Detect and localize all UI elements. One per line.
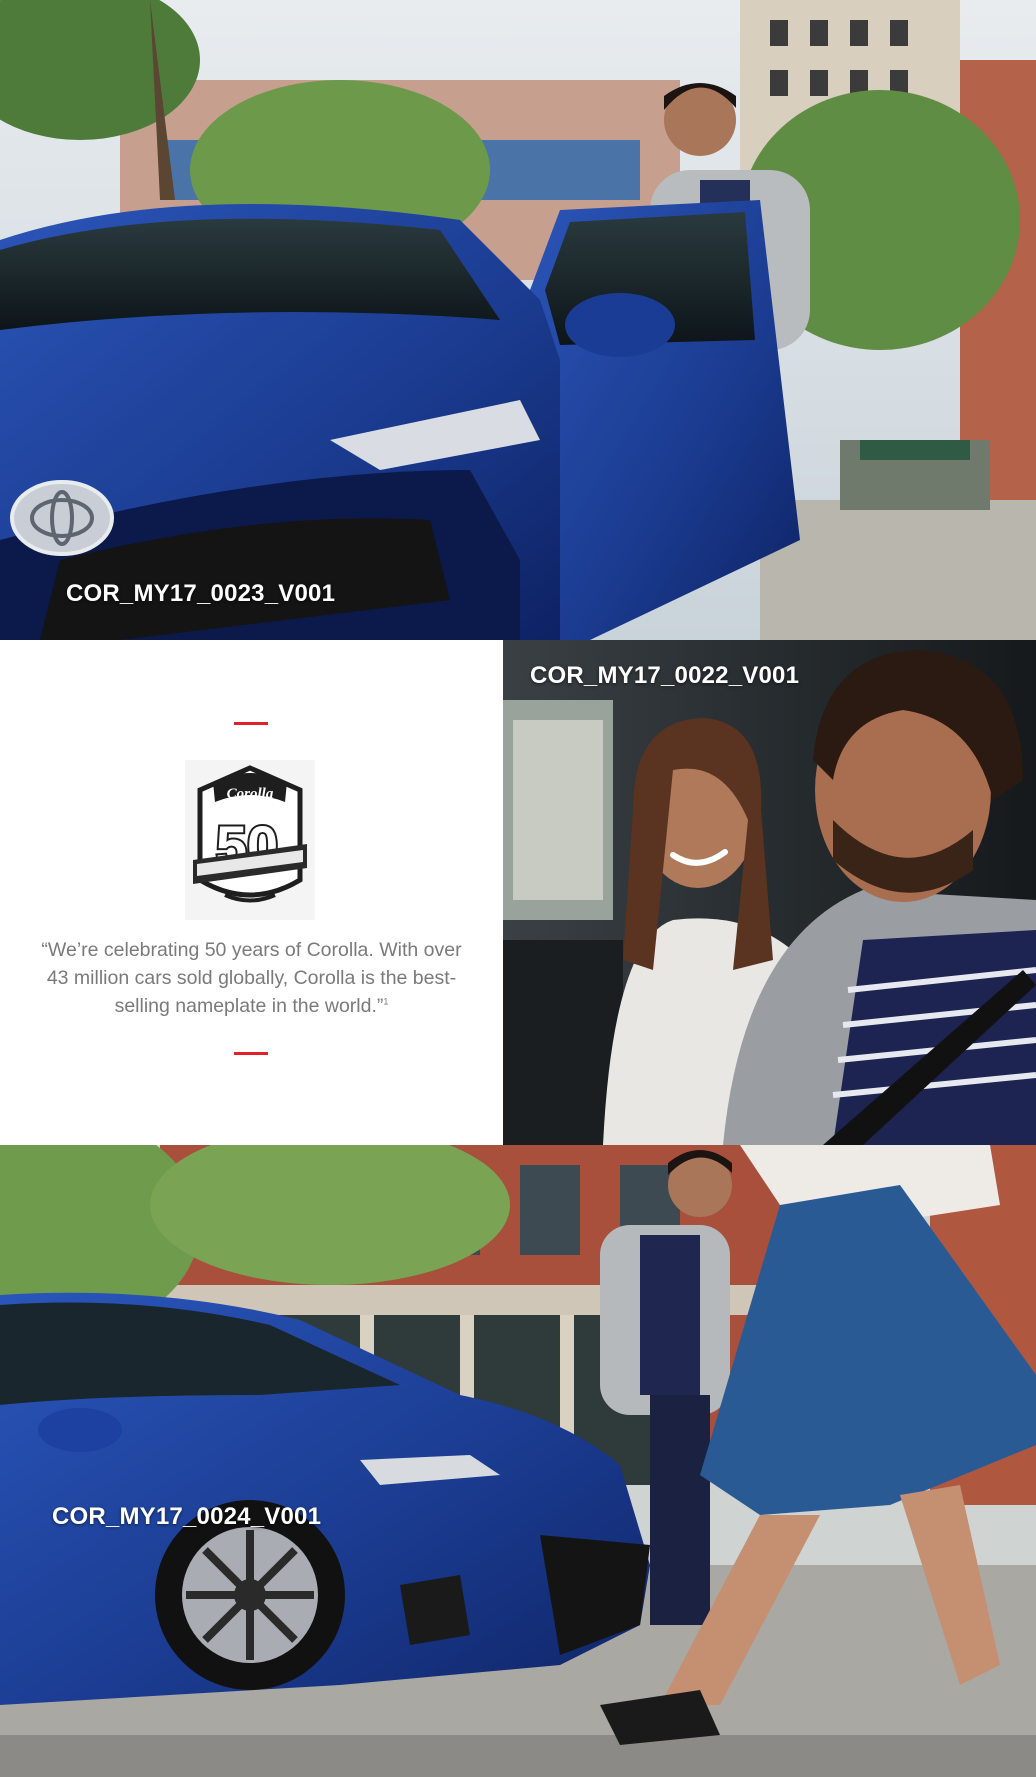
red-divider-bottom (234, 1052, 268, 1055)
emblem-wordmark: Corolla (227, 786, 274, 802)
photo-car-couple-walking: COR_MY17_0024_V001 (0, 1145, 1036, 1777)
corolla-50-emblem: Corolla 50 (185, 760, 315, 920)
quote-panel: Corolla 50 “We’re celebrating 50 years o… (0, 640, 503, 1145)
red-divider-top (234, 722, 268, 725)
photo-car-man-door: COR_MY17_0023_V001 (0, 0, 1036, 640)
photo-mid-label: COR_MY17_0022_V001 (530, 662, 800, 689)
emblem-graphic: Corolla 50 (185, 760, 315, 920)
footnote-marker: 1 (383, 996, 389, 1007)
photo-couple-in-car: COR_MY17_0022_V001 (503, 640, 1036, 1145)
photo-bottom-illustration (0, 1145, 1036, 1777)
photo-bottom-label: COR_MY17_0024_V001 (52, 1503, 322, 1530)
photo-top-label: COR_MY17_0023_V001 (66, 580, 336, 607)
photo-top-illustration (0, 0, 1036, 640)
quote-body: “We’re celebrating 50 years of Corolla. … (41, 939, 462, 1017)
quote-text: “We’re celebrating 50 years of Corolla. … (30, 936, 473, 1020)
photo-mid-illustration (503, 640, 1036, 1145)
